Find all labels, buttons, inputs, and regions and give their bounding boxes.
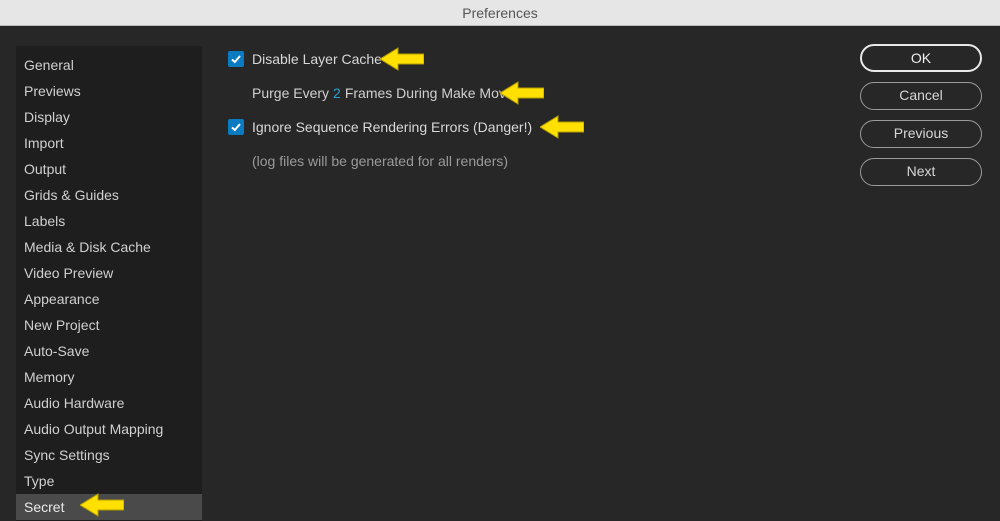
sidebar-item-label: Sync Settings bbox=[24, 447, 110, 463]
sidebar-item-label: Labels bbox=[24, 213, 65, 229]
window-title: Preferences bbox=[462, 5, 537, 21]
ignore-errors-checkbox[interactable] bbox=[228, 119, 244, 135]
sidebar-item-label: Display bbox=[24, 109, 70, 125]
sidebar-item-label: Auto-Save bbox=[24, 343, 89, 359]
category-sidebar: General Previews Display Import Output G… bbox=[16, 46, 202, 521]
purge-before-label: Purge Every bbox=[252, 85, 329, 101]
ignore-errors-label: Ignore Sequence Rendering Errors (Danger… bbox=[252, 119, 532, 135]
button-label: Previous bbox=[894, 125, 948, 141]
sidebar-item-label: Media & Disk Cache bbox=[24, 239, 151, 255]
sidebar-item-new-project[interactable]: New Project bbox=[16, 312, 202, 338]
disable-layer-cache-row: Disable Layer Cache bbox=[228, 48, 850, 70]
sidebar-item-label: Type bbox=[24, 473, 54, 489]
sidebar-item-display[interactable]: Display bbox=[16, 104, 202, 130]
purge-every-row: Purge Every 2 Frames During Make Movie bbox=[228, 82, 850, 104]
sidebar-item-label: Video Preview bbox=[24, 265, 113, 281]
sidebar-item-video-preview[interactable]: Video Preview bbox=[16, 260, 202, 286]
sidebar-item-label: Grids & Guides bbox=[24, 187, 119, 203]
annotation-arrow-icon bbox=[380, 46, 424, 72]
sidebar-item-label: New Project bbox=[24, 317, 99, 333]
purge-value[interactable]: 2 bbox=[333, 85, 341, 101]
previous-button[interactable]: Previous bbox=[860, 120, 982, 148]
sidebar-item-media-disk-cache[interactable]: Media & Disk Cache bbox=[16, 234, 202, 260]
settings-panel: Disable Layer Cache Purge Every 2 Frames… bbox=[202, 26, 860, 521]
sidebar-item-audio-output-mapping[interactable]: Audio Output Mapping bbox=[16, 416, 202, 442]
sidebar-item-sync-settings[interactable]: Sync Settings bbox=[16, 442, 202, 468]
annotation-arrow-icon bbox=[540, 114, 584, 140]
sidebar-item-auto-save[interactable]: Auto-Save bbox=[16, 338, 202, 364]
sidebar-item-label: Secret bbox=[24, 499, 64, 515]
sidebar-item-previews[interactable]: Previews bbox=[16, 78, 202, 104]
dialog-buttons: OK Cancel Previous Next bbox=[860, 26, 1000, 521]
checkmark-icon bbox=[230, 121, 242, 133]
button-label: Next bbox=[907, 163, 936, 179]
sidebar-item-secret[interactable]: Secret bbox=[16, 494, 202, 520]
hint-text: (log files will be generated for all ren… bbox=[228, 153, 508, 169]
purge-after-label: Frames During Make Movie bbox=[345, 85, 517, 101]
sidebar-item-appearance[interactable]: Appearance bbox=[16, 286, 202, 312]
sidebar-item-label: Output bbox=[24, 161, 66, 177]
annotation-arrow-icon bbox=[80, 492, 124, 518]
preferences-body: General Previews Display Import Output G… bbox=[0, 26, 1000, 521]
sidebar-item-import[interactable]: Import bbox=[16, 130, 202, 156]
window-titlebar: Preferences bbox=[0, 0, 1000, 26]
next-button[interactable]: Next bbox=[860, 158, 982, 186]
sidebar-item-label: Import bbox=[24, 135, 64, 151]
sidebar-item-output[interactable]: Output bbox=[16, 156, 202, 182]
checkmark-icon bbox=[230, 53, 242, 65]
sidebar-item-type[interactable]: Type bbox=[16, 468, 202, 494]
sidebar-item-memory[interactable]: Memory bbox=[16, 364, 202, 390]
ignore-errors-row: Ignore Sequence Rendering Errors (Danger… bbox=[228, 116, 850, 138]
sidebar-item-label: Appearance bbox=[24, 291, 100, 307]
sidebar-item-label: Memory bbox=[24, 369, 75, 385]
ok-button[interactable]: OK bbox=[860, 44, 982, 72]
sidebar-item-audio-hardware[interactable]: Audio Hardware bbox=[16, 390, 202, 416]
disable-layer-cache-checkbox[interactable] bbox=[228, 51, 244, 67]
sidebar-item-label: Previews bbox=[24, 83, 81, 99]
disable-layer-cache-label: Disable Layer Cache bbox=[252, 51, 382, 67]
hint-row: (log files will be generated for all ren… bbox=[228, 150, 850, 172]
sidebar-item-grids-guides[interactable]: Grids & Guides bbox=[16, 182, 202, 208]
sidebar-item-label: Audio Hardware bbox=[24, 395, 124, 411]
sidebar-item-general[interactable]: General bbox=[16, 52, 202, 78]
cancel-button[interactable]: Cancel bbox=[860, 82, 982, 110]
sidebar-item-labels[interactable]: Labels bbox=[16, 208, 202, 234]
button-label: Cancel bbox=[899, 87, 943, 103]
sidebar-item-label: General bbox=[24, 57, 74, 73]
sidebar-item-label: Audio Output Mapping bbox=[24, 421, 163, 437]
button-label: OK bbox=[911, 50, 931, 66]
